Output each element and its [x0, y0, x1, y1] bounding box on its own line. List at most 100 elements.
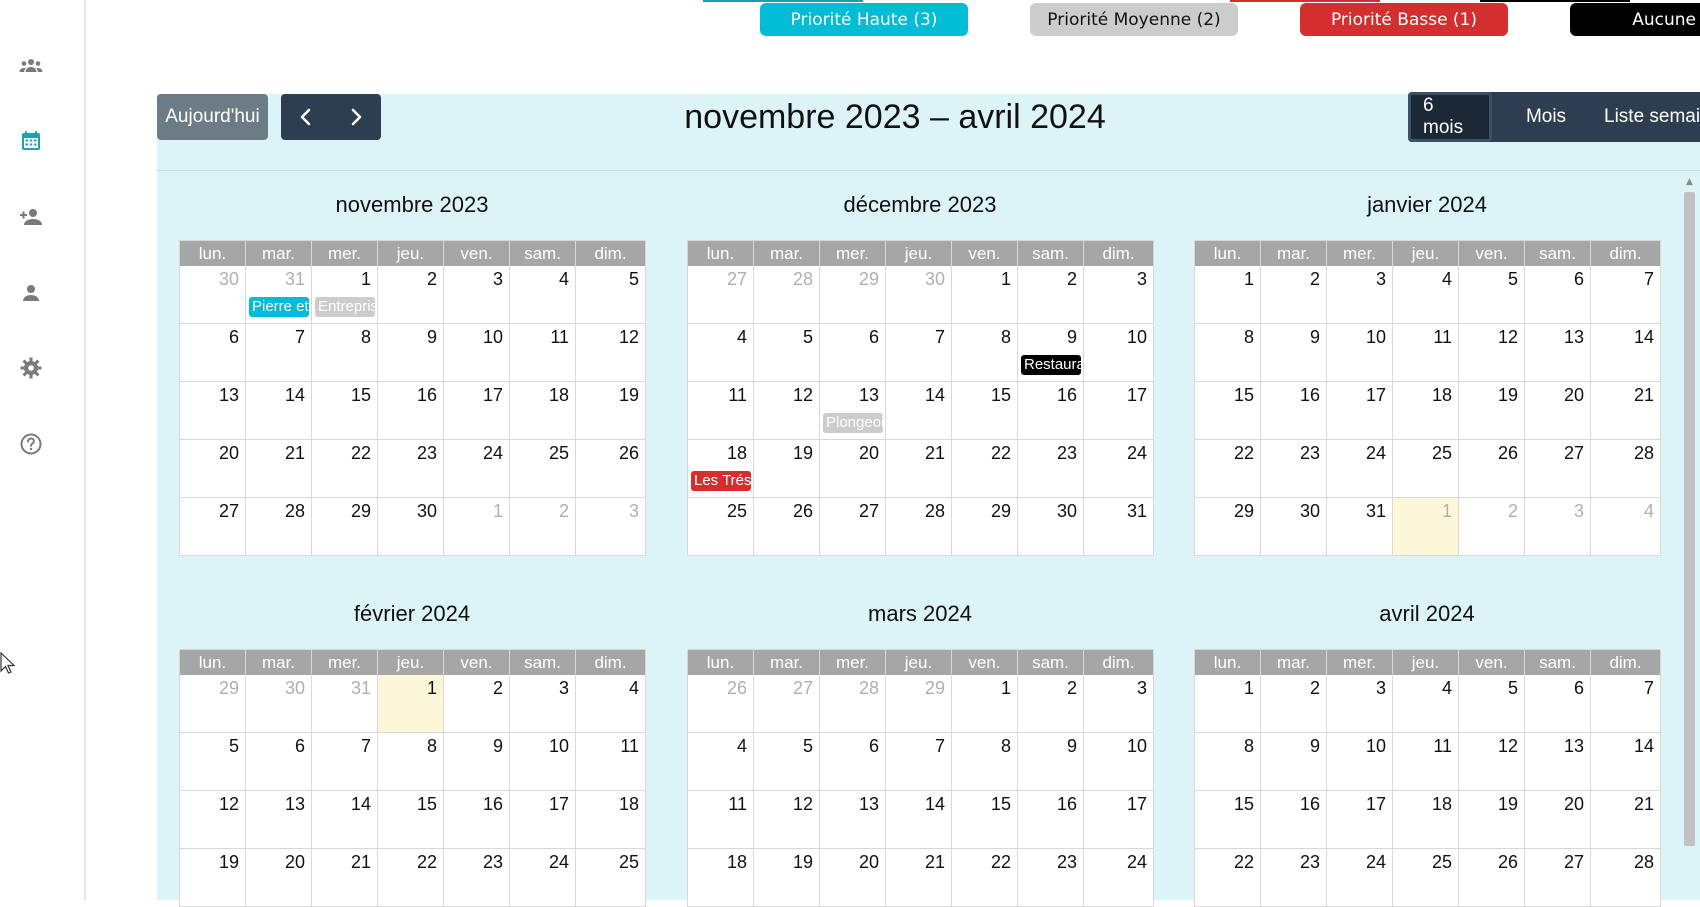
day-cell[interactable]: 29	[886, 675, 952, 732]
day-cell[interactable]: 9	[1261, 324, 1327, 381]
priority-none-badge[interactable]: Aucune	[1570, 3, 1700, 36]
day-cell[interactable]: 20	[246, 849, 312, 906]
day-cell[interactable]: 6	[1525, 675, 1591, 732]
day-cell[interactable]: 15	[378, 791, 444, 848]
day-cell[interactable]: 28	[246, 498, 312, 555]
priority-medium-badge[interactable]: Priorité Moyenne (2)	[1030, 3, 1238, 36]
user-icon[interactable]	[16, 278, 46, 308]
day-cell[interactable]: 17	[1084, 791, 1154, 848]
day-cell[interactable]: 4	[688, 324, 754, 381]
day-cell[interactable]: 11	[688, 382, 754, 439]
day-cell[interactable]: 8	[1195, 733, 1261, 790]
day-cell[interactable]: 22	[378, 849, 444, 906]
day-cell[interactable]: 9	[1018, 733, 1084, 790]
day-cell[interactable]: 24	[444, 440, 510, 497]
event-chip[interactable]: Pierre et	[249, 297, 309, 317]
day-cell[interactable]: 27	[180, 498, 246, 555]
day-cell[interactable]: 22	[1195, 440, 1261, 497]
day-cell[interactable]: 23	[1261, 849, 1327, 906]
day-cell[interactable]: 4	[688, 733, 754, 790]
day-cell[interactable]: 16	[1018, 382, 1084, 439]
day-cell[interactable]: 2	[378, 266, 444, 323]
day-cell[interactable]: 24	[510, 849, 576, 906]
gear-icon[interactable]	[16, 353, 46, 383]
day-cell[interactable]: 20	[180, 440, 246, 497]
day-cell[interactable]: 25	[576, 849, 646, 906]
day-cell[interactable]: 27	[688, 266, 754, 323]
day-cell[interactable]: 5	[576, 266, 646, 323]
prev-button[interactable]	[281, 94, 331, 140]
day-cell[interactable]: 10	[1327, 324, 1393, 381]
calendar-icon[interactable]	[16, 126, 46, 156]
day-cell[interactable]: 6	[1525, 266, 1591, 323]
day-cell[interactable]: 2	[1018, 675, 1084, 732]
day-cell[interactable]: 21	[886, 440, 952, 497]
day-cell[interactable]: 17	[444, 382, 510, 439]
day-cell[interactable]: 24	[1327, 849, 1393, 906]
day-cell[interactable]: 25	[1393, 849, 1459, 906]
day-cell[interactable]: 19	[754, 849, 820, 906]
day-cell[interactable]: 23	[1018, 849, 1084, 906]
day-cell[interactable]: 29	[820, 266, 886, 323]
day-cell[interactable]: 10	[444, 324, 510, 381]
day-cell[interactable]: 1	[444, 498, 510, 555]
day-cell[interactable]: 27	[1525, 440, 1591, 497]
day-cell-today[interactable]: 1	[378, 675, 444, 732]
event-chip[interactable]: Restaura	[1021, 355, 1081, 375]
day-cell[interactable]: 8	[378, 733, 444, 790]
day-cell[interactable]: 28	[886, 498, 952, 555]
day-cell[interactable]: 29	[1195, 498, 1261, 555]
event-chip[interactable]: Les Trés	[691, 471, 751, 491]
day-cell[interactable]: 13	[820, 791, 886, 848]
day-cell[interactable]: 8	[952, 733, 1018, 790]
day-cell[interactable]: 9	[1261, 733, 1327, 790]
scroll-up-arrow-icon[interactable]: ▲	[1683, 176, 1696, 188]
day-cell[interactable]: 3	[1084, 266, 1154, 323]
day-cell[interactable]: 3	[444, 266, 510, 323]
day-cell[interactable]: 28	[820, 675, 886, 732]
day-cell[interactable]: 19	[1459, 791, 1525, 848]
day-cell[interactable]: 8	[952, 324, 1018, 381]
day-cell[interactable]: 12	[1459, 324, 1525, 381]
day-cell[interactable]: 6	[820, 324, 886, 381]
day-cell[interactable]: 4	[510, 266, 576, 323]
day-cell[interactable]: 22	[312, 440, 378, 497]
day-cell[interactable]: 31	[1327, 498, 1393, 555]
day-cell[interactable]: 17	[510, 791, 576, 848]
day-cell[interactable]: 28	[1591, 440, 1661, 497]
day-cell[interactable]: 7	[1591, 266, 1661, 323]
day-cell[interactable]: 1	[952, 266, 1018, 323]
day-cell[interactable]: 22	[952, 849, 1018, 906]
day-cell[interactable]: 26	[754, 498, 820, 555]
day-cell[interactable]: 14	[246, 382, 312, 439]
day-cell[interactable]: 30	[1261, 498, 1327, 555]
day-cell[interactable]: 1 Entrepris	[312, 266, 378, 323]
day-cell[interactable]: 5	[180, 733, 246, 790]
day-cell[interactable]: 29	[180, 675, 246, 732]
day-cell[interactable]: 2	[1018, 266, 1084, 323]
day-cell[interactable]: 4	[1393, 675, 1459, 732]
day-cell[interactable]: 5	[1459, 266, 1525, 323]
day-cell[interactable]: 1	[1195, 266, 1261, 323]
day-cell[interactable]: 7	[246, 324, 312, 381]
day-cell[interactable]: 20	[820, 440, 886, 497]
day-cell[interactable]: 13	[246, 791, 312, 848]
day-cell[interactable]: 11	[1393, 324, 1459, 381]
day-cell[interactable]: 9	[444, 733, 510, 790]
day-cell[interactable]: 12	[180, 791, 246, 848]
day-cell[interactable]: 25	[688, 498, 754, 555]
day-cell[interactable]: 22	[1195, 849, 1261, 906]
day-cell[interactable]: 13	[1525, 324, 1591, 381]
day-cell[interactable]: 1	[1195, 675, 1261, 732]
day-cell[interactable]: 23	[444, 849, 510, 906]
day-cell[interactable]: 2	[1261, 675, 1327, 732]
day-cell[interactable]: 30	[378, 498, 444, 555]
day-cell[interactable]: 24	[1084, 849, 1154, 906]
day-cell[interactable]: 14	[1591, 733, 1661, 790]
day-cell[interactable]: 11	[688, 791, 754, 848]
team-icon[interactable]	[16, 51, 46, 81]
day-cell[interactable]: 18	[688, 849, 754, 906]
day-cell[interactable]: 18 Les Trés	[688, 440, 754, 497]
view-week-list-button[interactable]: Liste semaine	[1600, 92, 1700, 142]
day-cell[interactable]: 10	[1327, 733, 1393, 790]
